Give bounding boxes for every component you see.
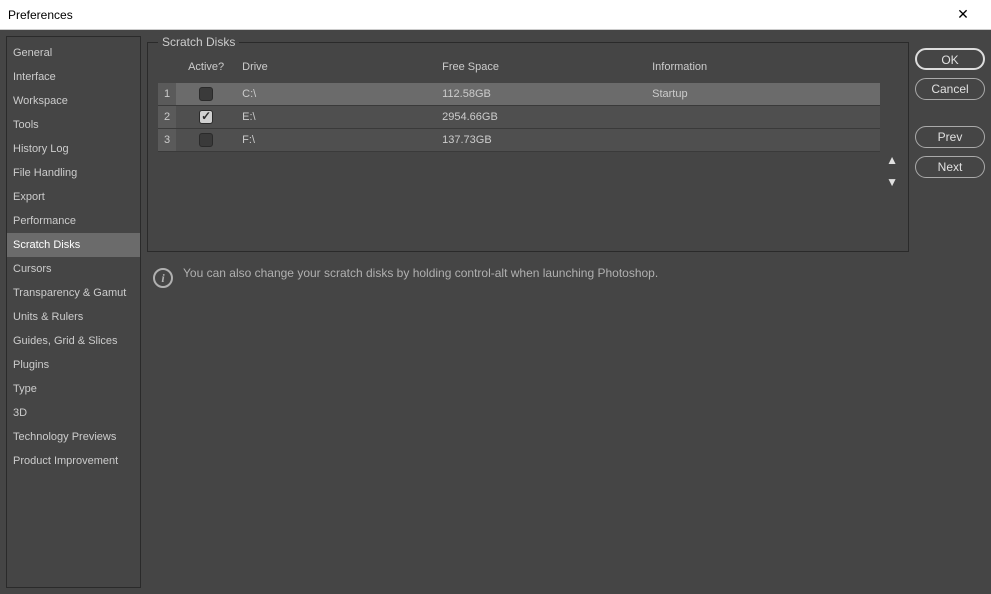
scratch-disks-group: Scratch Disks Active? Drive Free Space I… bbox=[147, 42, 909, 252]
content: GeneralInterfaceWorkspaceToolsHistory Lo… bbox=[0, 30, 991, 594]
col-freespace: Free Space bbox=[436, 53, 646, 83]
sidebar-item-guides-grid-slices[interactable]: Guides, Grid & Slices bbox=[7, 329, 140, 353]
info-row: i You can also change your scratch disks… bbox=[147, 252, 909, 302]
button-column: OK Cancel Prev Next bbox=[915, 36, 985, 588]
table-row[interactable]: 1 C:\112.58GBStartup bbox=[158, 83, 880, 106]
cell-freespace: 112.58GB bbox=[436, 83, 646, 106]
cancel-button[interactable]: Cancel bbox=[915, 78, 985, 100]
sidebar: GeneralInterfaceWorkspaceToolsHistory Lo… bbox=[6, 36, 141, 588]
sidebar-item-scratch-disks[interactable]: Scratch Disks bbox=[7, 233, 140, 257]
table-row[interactable]: 2 E:\2954.66GB bbox=[158, 106, 880, 129]
sidebar-item-product-improvement[interactable]: Product Improvement bbox=[7, 449, 140, 473]
sidebar-item-general[interactable]: General bbox=[7, 41, 140, 65]
sidebar-item-3d[interactable]: 3D bbox=[7, 401, 140, 425]
sidebar-item-transparency-gamut[interactable]: Transparency & Gamut bbox=[7, 281, 140, 305]
close-icon[interactable]: ✕ bbox=[943, 6, 983, 23]
main-panel: Scratch Disks Active? Drive Free Space I… bbox=[147, 36, 909, 588]
cell-drive: E:\ bbox=[236, 106, 436, 129]
cell-active bbox=[176, 106, 236, 129]
col-active: Active? bbox=[176, 53, 236, 83]
sidebar-item-export[interactable]: Export bbox=[7, 185, 140, 209]
cell-information bbox=[646, 129, 880, 152]
ok-button[interactable]: OK bbox=[915, 48, 985, 70]
cell-information: Startup bbox=[646, 83, 880, 106]
sidebar-item-interface[interactable]: Interface bbox=[7, 65, 140, 89]
arrow-down-icon[interactable]: ▼ bbox=[886, 175, 898, 189]
row-number: 1 bbox=[158, 83, 176, 106]
reorder-arrows: ▲ ▼ bbox=[886, 53, 898, 189]
row-number: 2 bbox=[158, 106, 176, 129]
window-title: Preferences bbox=[8, 8, 73, 22]
group-title: Scratch Disks bbox=[158, 35, 239, 49]
sidebar-item-plugins[interactable]: Plugins bbox=[7, 353, 140, 377]
row-number: 3 bbox=[158, 129, 176, 152]
col-drive: Drive bbox=[236, 53, 436, 83]
sidebar-item-technology-previews[interactable]: Technology Previews bbox=[7, 425, 140, 449]
hint-text: You can also change your scratch disks b… bbox=[183, 266, 658, 280]
next-button[interactable]: Next bbox=[915, 156, 985, 178]
cell-drive: C:\ bbox=[236, 83, 436, 106]
sidebar-item-cursors[interactable]: Cursors bbox=[7, 257, 140, 281]
arrow-up-icon[interactable]: ▲ bbox=[886, 153, 898, 167]
cell-information bbox=[646, 106, 880, 129]
active-checkbox[interactable] bbox=[199, 87, 213, 101]
scratch-disks-table: Active? Drive Free Space Information 1 C:… bbox=[158, 53, 880, 152]
title-bar: Preferences ✕ bbox=[0, 0, 991, 30]
col-information: Information bbox=[646, 53, 880, 83]
active-checkbox[interactable] bbox=[199, 110, 213, 124]
sidebar-item-workspace[interactable]: Workspace bbox=[7, 89, 140, 113]
cell-freespace: 137.73GB bbox=[436, 129, 646, 152]
sidebar-item-history-log[interactable]: History Log bbox=[7, 137, 140, 161]
table-row[interactable]: 3 F:\137.73GB bbox=[158, 129, 880, 152]
cell-freespace: 2954.66GB bbox=[436, 106, 646, 129]
info-icon: i bbox=[153, 268, 173, 288]
cell-drive: F:\ bbox=[236, 129, 436, 152]
sidebar-item-units-rulers[interactable]: Units & Rulers bbox=[7, 305, 140, 329]
sidebar-item-performance[interactable]: Performance bbox=[7, 209, 140, 233]
prev-button[interactable]: Prev bbox=[915, 126, 985, 148]
active-checkbox[interactable] bbox=[199, 133, 213, 147]
table-wrapper: Active? Drive Free Space Information 1 C:… bbox=[158, 53, 898, 241]
sidebar-item-tools[interactable]: Tools bbox=[7, 113, 140, 137]
sidebar-item-type[interactable]: Type bbox=[7, 377, 140, 401]
cell-active bbox=[176, 129, 236, 152]
cell-active bbox=[176, 83, 236, 106]
sidebar-item-file-handling[interactable]: File Handling bbox=[7, 161, 140, 185]
